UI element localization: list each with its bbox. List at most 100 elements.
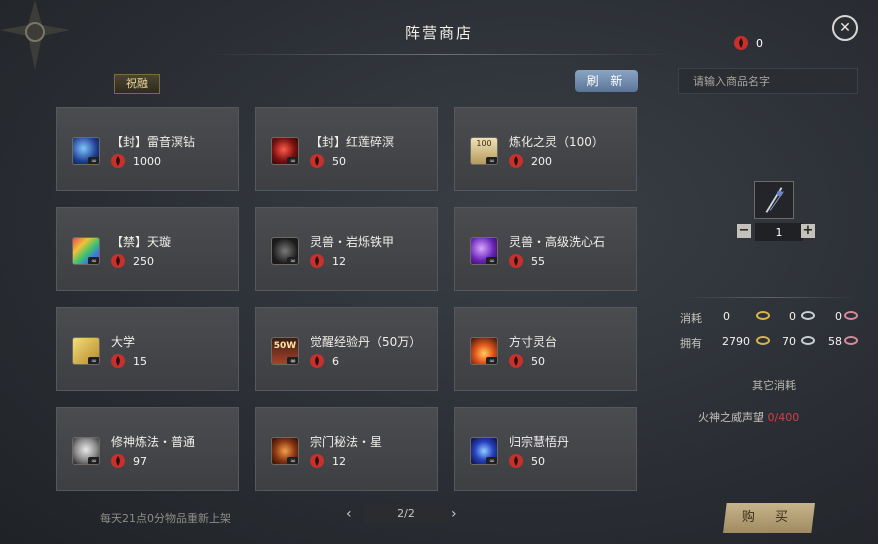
- book-icon: ∞: [72, 337, 100, 365]
- owned-label: 拥有: [680, 337, 702, 350]
- next-page-button[interactable]: ›: [451, 505, 463, 523]
- item-name: 宗门秘法・星: [310, 435, 383, 449]
- flame-shrine-icon: ∞: [470, 337, 498, 365]
- silver-ring-icon: [801, 336, 815, 345]
- mask-icon: ∞: [72, 437, 100, 465]
- shop-item-card[interactable]: ∞ 归宗慧悟丹 50: [454, 407, 637, 491]
- quantity-input[interactable]: [755, 223, 803, 241]
- gold-ring-icon: [756, 336, 770, 345]
- buy-button[interactable]: 购 买: [723, 503, 815, 533]
- search-input[interactable]: [678, 68, 858, 94]
- item-price: 12: [310, 254, 346, 268]
- item-name: 方寸灵台: [509, 335, 558, 349]
- price-value: 250: [133, 254, 154, 268]
- blue-gem-icon: ∞: [72, 137, 100, 165]
- item-price: 6: [310, 354, 339, 368]
- refresh-button[interactable]: 刷 新: [575, 70, 638, 92]
- price-value: 97: [133, 454, 147, 468]
- flame-currency-icon: [111, 354, 125, 368]
- shop-item-card[interactable]: ∞ 【封】红莲碎溟 50: [255, 107, 438, 191]
- flame-currency-icon: [509, 454, 523, 468]
- item-price: 50: [509, 454, 545, 468]
- pink-ring-icon: [844, 336, 858, 345]
- other-cost-label: 其它消耗: [752, 379, 796, 392]
- shop-item-card[interactable]: ∞ 方寸灵台 50: [454, 307, 637, 391]
- shop-item-card[interactable]: ∞ 【封】雷音溟钻 1000: [56, 107, 239, 191]
- shop-item-card[interactable]: ∞ 宗门秘法・星 12: [255, 407, 438, 491]
- rainbow-shard-icon: ∞: [72, 237, 100, 265]
- flame-currency-icon: [310, 354, 324, 368]
- price-value: 200: [531, 154, 552, 168]
- shop-item-card[interactable]: ∞ 灵兽・岩烁铁甲 12: [255, 207, 438, 291]
- price-value: 50: [332, 154, 346, 168]
- item-price: 15: [111, 354, 147, 368]
- item-name: 【封】红莲碎溟: [310, 135, 395, 149]
- item-name: 炼化之灵（100）: [509, 135, 604, 149]
- prestige-requirement: 火神之威声望 0/400: [698, 409, 799, 425]
- item-price: 1000: [111, 154, 161, 168]
- shop-item-card[interactable]: 100 ∞ 炼化之灵（100） 200: [454, 107, 637, 191]
- owned-value-gold: 2790: [722, 335, 750, 348]
- prev-page-button[interactable]: ‹: [346, 505, 358, 523]
- item-price: 97: [111, 454, 147, 468]
- shop-item-card[interactable]: ∞ 大学 15: [56, 307, 239, 391]
- item-name: 【禁】天璇: [111, 235, 172, 249]
- item-price: 50: [310, 154, 346, 168]
- item-price: 50: [509, 354, 545, 368]
- cost-row: 消耗 0 0 0: [680, 310, 860, 325]
- shop-item-card[interactable]: 50W ∞ 觉醒经验丹（50万） 6: [255, 307, 438, 391]
- quantity-decrease-button[interactable]: −: [737, 224, 751, 238]
- title-divider: [205, 54, 675, 55]
- item-price: 12: [310, 454, 346, 468]
- close-icon: ✕: [839, 20, 851, 36]
- cost-label: 消耗: [680, 312, 702, 325]
- purple-stone-icon: ∞: [470, 237, 498, 265]
- item-name: 归宗慧悟丹: [509, 435, 570, 449]
- exp-pill-icon: 50W ∞: [271, 337, 299, 365]
- silver-ring-icon: [801, 311, 815, 320]
- selected-item-preview: [754, 181, 794, 219]
- cost-value-gold: 0: [723, 310, 730, 323]
- item-price: 200: [509, 154, 552, 168]
- item-name: 【封】雷音溟钻: [111, 135, 196, 149]
- item-name: 大学: [111, 335, 136, 349]
- icon-label: 50W: [273, 341, 297, 351]
- quantity-increase-button[interactable]: +: [801, 224, 815, 238]
- price-value: 1000: [133, 154, 161, 168]
- blue-orb-icon: ∞: [470, 437, 498, 465]
- flame-currency-icon: [310, 254, 324, 268]
- cost-value-silver: 0: [789, 310, 796, 323]
- flame-currency-icon: [509, 254, 523, 268]
- scroll-icon: 100 ∞: [470, 137, 498, 165]
- flame-currency-icon: [111, 254, 125, 268]
- flame-currency-icon: [734, 36, 748, 50]
- pink-ring-icon: [844, 311, 858, 320]
- red-gem-icon: ∞: [271, 137, 299, 165]
- shop-item-card[interactable]: ∞ 【禁】天璇 250: [56, 207, 239, 291]
- prestige-value: 0/400: [767, 411, 800, 424]
- price-value: 12: [332, 254, 346, 268]
- price-value: 55: [531, 254, 545, 268]
- price-value: 50: [531, 454, 545, 468]
- shop-item-card[interactable]: ∞ 灵兽・高级洗心石 55: [454, 207, 637, 291]
- close-button[interactable]: ✕: [832, 15, 858, 41]
- price-value: 12: [332, 454, 346, 468]
- prestige-label: 火神之威声望: [698, 411, 764, 424]
- flame-currency-icon: [509, 154, 523, 168]
- owned-value-pink: 58: [828, 335, 842, 348]
- flame-currency-icon: [111, 154, 125, 168]
- item-name: 灵兽・岩烁铁甲: [310, 235, 395, 249]
- flame-currency-icon: [509, 354, 523, 368]
- item-name: 修神炼法・普通: [111, 435, 196, 449]
- item-price: 55: [509, 254, 545, 268]
- item-name: 灵兽・高级洗心石: [509, 235, 606, 249]
- owned-row: 拥有 2790 70 58: [680, 335, 860, 350]
- chevron-left-icon: ‹: [346, 506, 352, 522]
- shop-item-card[interactable]: ∞ 修神炼法・普通 97: [56, 407, 239, 491]
- chevron-right-icon: ›: [451, 506, 457, 522]
- cost-value-pink: 0: [835, 310, 842, 323]
- currency-display: 0: [734, 36, 763, 50]
- item-name: 觉醒经验丹（50万）: [310, 335, 422, 349]
- owned-value-silver: 70: [782, 335, 796, 348]
- faction-tag[interactable]: 祝融: [114, 74, 160, 94]
